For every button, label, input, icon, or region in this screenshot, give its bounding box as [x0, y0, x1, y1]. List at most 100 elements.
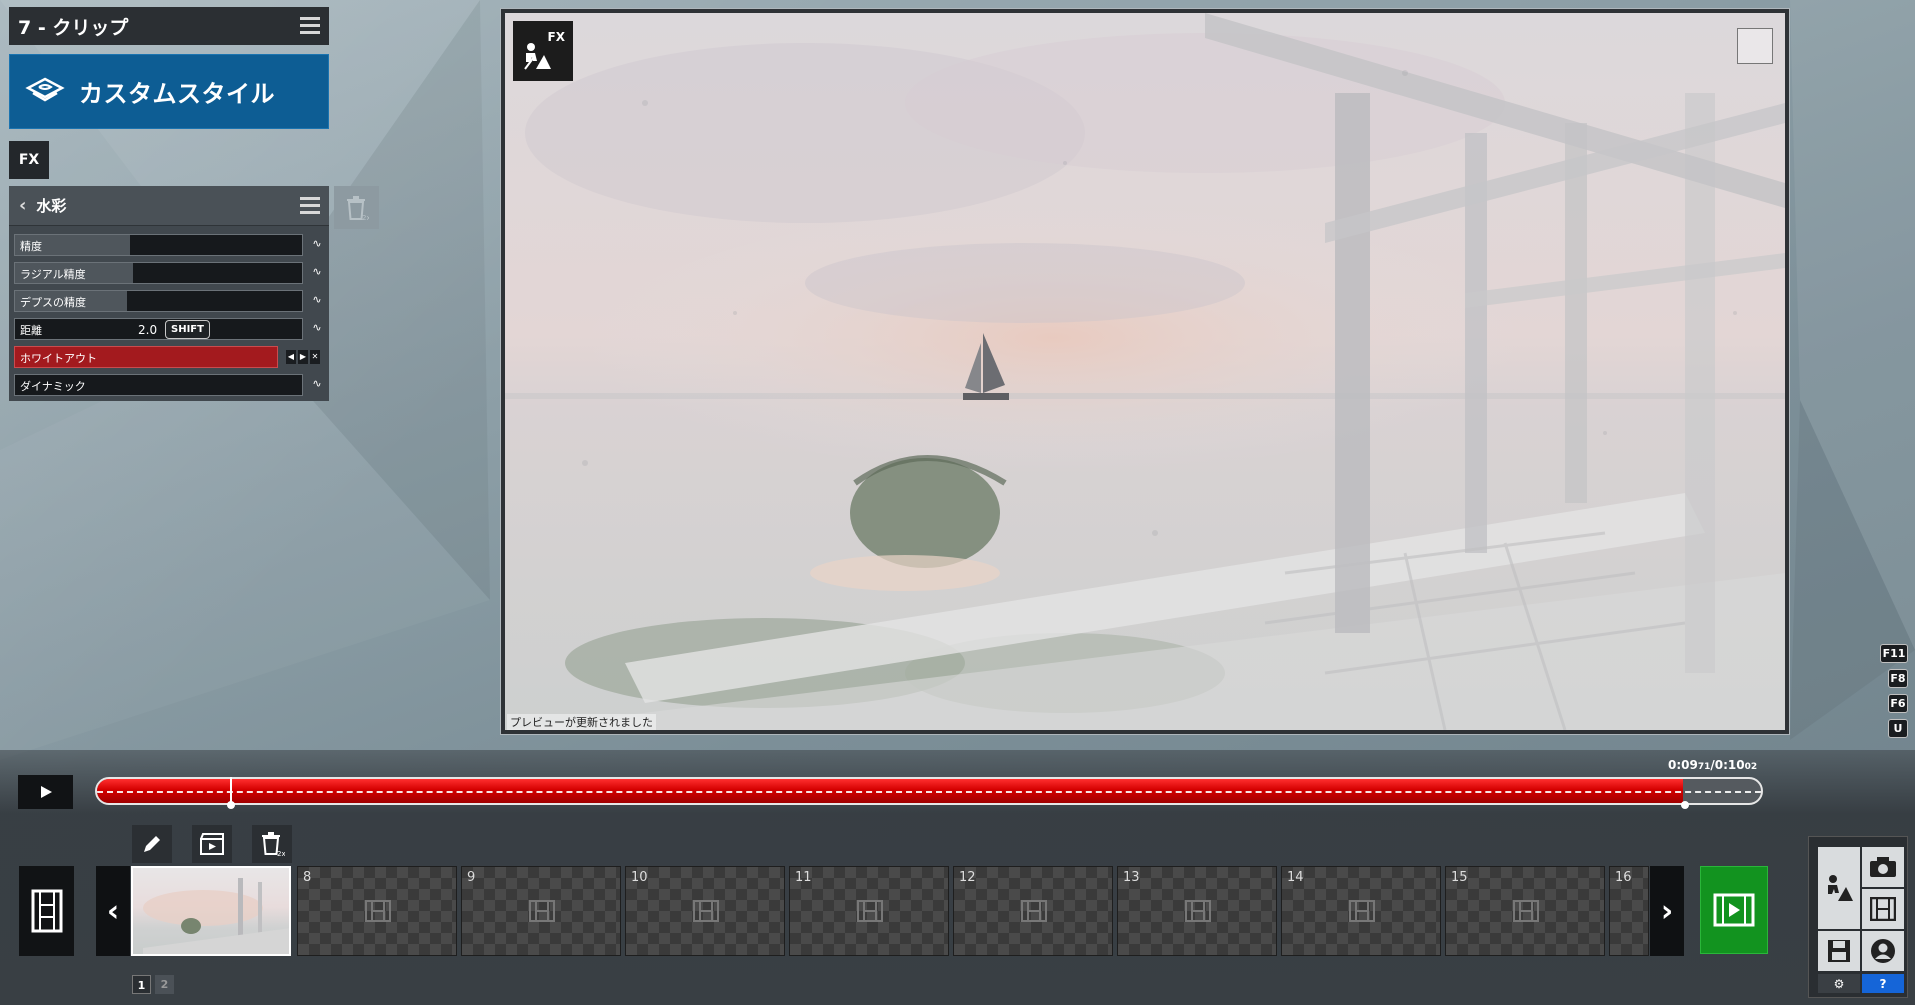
preview-fx-button[interactable]: FX: [513, 21, 573, 81]
clip-thumb[interactable]: 10: [625, 866, 785, 956]
param-slider[interactable]: ダイナミック: [14, 374, 303, 396]
preview-frame: FX プレビューが更新されました: [500, 8, 1790, 735]
clip-thumbnail-image: [143, 878, 289, 954]
param-label: ホワイトアウト: [20, 352, 97, 365]
curve-icon[interactable]: ∿: [310, 237, 324, 251]
user-circle-icon: [1871, 939, 1895, 963]
help-icon: ?: [1879, 976, 1887, 991]
chevron-left-icon[interactable]: ‹: [19, 195, 26, 216]
param-slider[interactable]: デプスの精度: [14, 290, 303, 312]
preview-image[interactable]: FX プレビューが更新されました: [505, 13, 1785, 730]
clip-number: 9: [467, 870, 476, 885]
worker-icon: [1828, 875, 1853, 901]
edit-pencil-icon: [144, 836, 160, 852]
film-placeholder-icon: [1021, 900, 1047, 922]
time-total-frac: 02: [1744, 762, 1758, 772]
shift-modifier-badge: SHIFT: [165, 320, 210, 339]
clip-thumb[interactable]: 15: [1445, 866, 1605, 956]
film-strip-button[interactable]: [19, 866, 74, 956]
param-label: ラジアル精度: [20, 268, 86, 281]
clip-number: 12: [959, 870, 976, 885]
clip-number: 16: [1615, 870, 1632, 885]
param-row-distance: 距離 2.0 SHIFT ∿: [14, 318, 324, 340]
time-current-frac: 71: [1697, 762, 1711, 772]
preview-status-text: プレビューが更新されました: [507, 714, 656, 730]
clip-number: 10: [631, 870, 648, 885]
progress-end-dot: [1680, 801, 1689, 809]
clip-thumb[interactable]: 11: [789, 866, 949, 956]
hotkey-f8[interactable]: F8: [1888, 669, 1908, 688]
clip-menu-icon[interactable]: [300, 17, 320, 34]
clip-thumb[interactable]: 16: [1609, 866, 1649, 956]
settings-button[interactable]: ⚙: [1818, 974, 1860, 993]
film-strip-icon: [31, 889, 62, 933]
next-keyframe-icon[interactable]: ▶: [298, 350, 308, 364]
camera-icon: [1870, 857, 1896, 877]
edit-clip-button[interactable]: [132, 825, 172, 863]
hotkey-f6[interactable]: F6: [1888, 694, 1908, 713]
fx-toggle-button[interactable]: FX: [9, 141, 49, 179]
effect-title: 水彩: [36, 197, 67, 215]
page-2-button[interactable]: 2: [155, 975, 174, 994]
film-placeholder-icon: [857, 900, 883, 922]
hotkey-u[interactable]: U: [1888, 719, 1908, 738]
worker-icon: [524, 43, 551, 70]
clip-number: 14: [1287, 870, 1304, 885]
film-placeholder-icon: [1349, 900, 1375, 922]
delete-effect-button[interactable]: 2x: [334, 186, 379, 229]
hotkey-f11[interactable]: F11: [1880, 644, 1908, 663]
curve-icon[interactable]: ∿: [310, 377, 324, 391]
effect-menu-icon[interactable]: [300, 197, 320, 214]
clip-thumb[interactable]: 12: [953, 866, 1113, 956]
clip-thumb[interactable]: 8: [297, 866, 457, 956]
page-1-button[interactable]: 1: [132, 975, 151, 994]
param-slider[interactable]: 精度: [14, 234, 303, 256]
help-button[interactable]: ?: [1862, 974, 1904, 993]
prev-keyframe-icon[interactable]: ◀: [286, 350, 296, 364]
clip-thumb-current[interactable]: [131, 866, 291, 956]
remove-keyframe-icon[interactable]: ✕: [310, 350, 320, 364]
clips-prev-arrow[interactable]: ‹: [96, 866, 130, 956]
delete-clip-button[interactable]: 2x: [252, 825, 292, 863]
param-row-dynamic: ダイナミック ∿: [14, 374, 324, 396]
clip-thumb[interactable]: 9: [461, 866, 621, 956]
curve-icon[interactable]: ∿: [310, 293, 324, 307]
svg-text:2x: 2x: [277, 850, 285, 857]
param-label: デプスの精度: [20, 296, 86, 309]
watercolor-scene: [505, 13, 1785, 730]
film-placeholder-icon: [1185, 900, 1211, 922]
effects-worker-button[interactable]: [1818, 847, 1860, 929]
clip-thumb[interactable]: 14: [1281, 866, 1441, 956]
clapper-play-icon: [200, 833, 224, 855]
snapshot-button[interactable]: [1862, 847, 1904, 887]
effect-header[interactable]: ‹ 水彩: [9, 186, 329, 226]
film-play-icon: [1713, 893, 1755, 927]
param-row-whiteout: ホワイトアウト ◀ ▶ ✕: [14, 346, 324, 368]
param-slider[interactable]: 距離 2.0 SHIFT: [14, 318, 303, 340]
export-movie-button[interactable]: [1700, 866, 1768, 954]
profile-button[interactable]: [1862, 931, 1904, 971]
play-icon: [40, 786, 52, 798]
param-slider[interactable]: ラジアル精度: [14, 262, 303, 284]
right-action-cluster: ⚙ ?: [1808, 836, 1908, 998]
param-slider-active[interactable]: ホワイトアウト: [14, 346, 278, 368]
curve-icon[interactable]: ∿: [310, 321, 324, 335]
custom-style-button[interactable]: カスタムスタイル: [9, 54, 329, 129]
timeline-scrubber[interactable]: [95, 777, 1763, 805]
clips-next-arrow[interactable]: ›: [1650, 866, 1684, 956]
fullscreen-button[interactable]: [1737, 28, 1773, 64]
clip-thumb[interactable]: 13: [1117, 866, 1277, 956]
movie-button[interactable]: [1862, 889, 1904, 929]
param-value-field[interactable]: 2.0: [135, 321, 161, 339]
param-label: 精度: [20, 240, 42, 253]
play-button[interactable]: [18, 775, 73, 809]
clip-number: 13: [1123, 870, 1140, 885]
film-placeholder-icon: [1513, 900, 1539, 922]
film-placeholder-icon: [365, 900, 391, 922]
film-placeholder-icon: [529, 900, 555, 922]
layers-style-icon: [25, 77, 65, 101]
preview-clip-button[interactable]: [192, 825, 232, 863]
curve-icon[interactable]: ∿: [310, 265, 324, 279]
save-button[interactable]: [1818, 931, 1860, 971]
preview-fx-label: FX: [547, 30, 565, 44]
